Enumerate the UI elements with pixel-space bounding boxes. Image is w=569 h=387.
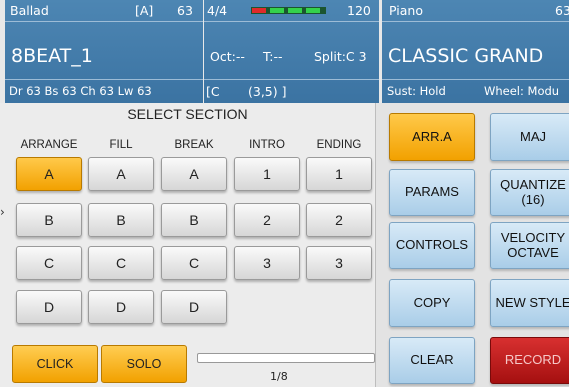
voice-name: CLASSIC GRAND <box>388 45 544 67</box>
major-button[interactable]: MAJ <box>490 113 569 161</box>
fill-b-button[interactable]: B <box>88 203 154 237</box>
fill-c-button[interactable]: C <box>88 246 154 280</box>
intro-2-button[interactable]: 2 <box>234 203 300 237</box>
beat-led <box>288 8 302 13</box>
divider <box>5 79 203 80</box>
velocity-octave-button[interactable]: VELOCITY OCTAVE <box>490 222 569 269</box>
divider <box>5 21 203 22</box>
column-header-ending: ENDING <box>316 139 362 151</box>
arrange-b-button[interactable]: B <box>16 203 82 237</box>
break-c-button[interactable]: C <box>161 246 227 280</box>
beat-meter <box>251 7 326 14</box>
break-a-button[interactable]: A <box>161 157 227 191</box>
params-button[interactable]: PARAMS <box>389 169 475 216</box>
ending-3-button[interactable]: 3 <box>306 246 372 280</box>
divider <box>382 79 569 80</box>
record-button[interactable]: RECORD <box>490 337 569 384</box>
chord-info: (3,5) ] <box>248 84 287 99</box>
tempo-panel[interactable]: 4/4 120 Oct:-- T:-- Split:C 3 [C (3,5) ] <box>204 0 379 103</box>
intro-3-button[interactable]: 3 <box>234 246 300 280</box>
divider <box>204 79 379 80</box>
arrange-d-button[interactable]: D <box>16 290 82 324</box>
beat-led-accent <box>252 8 266 13</box>
column-header-arrange: ARRANGE <box>20 139 78 151</box>
voice-panel[interactable]: Piano 63 CLASSIC GRAND Sust: Hold Wheel:… <box>382 0 569 103</box>
style-category: Ballad <box>10 3 49 18</box>
clear-button[interactable]: CLEAR <box>389 337 475 384</box>
copy-button[interactable]: COPY <box>389 279 475 327</box>
beat-led <box>270 8 284 13</box>
style-variation: [A] <box>135 3 154 18</box>
style-tempo-value: 63 <box>177 3 193 18</box>
style-name: 8BEAT_1 <box>11 45 93 67</box>
column-header-break: BREAK <box>174 139 214 151</box>
octave-status: Oct:-- <box>210 49 245 64</box>
new-style-button[interactable]: NEW STYLE <box>490 279 569 327</box>
arrange-a-button[interactable]: A <box>16 157 82 191</box>
progress-bar <box>197 353 375 363</box>
solo-button[interactable]: SOLO <box>101 345 187 383</box>
split-status: Split:C 3 <box>314 49 367 64</box>
quantize-button[interactable]: QUANTIZE (16) <box>490 169 569 216</box>
arrange-c-button[interactable]: C <box>16 246 82 280</box>
tempo-value: 120 <box>347 3 371 18</box>
header-bar: Ballad [A] 63 8BEAT_1 Dr 63 Bs 63 Ch 63 … <box>0 0 569 103</box>
progress-label: 1/8 <box>270 370 288 383</box>
wheel-status: Wheel: Modu <box>484 84 560 98</box>
voice-category: Piano <box>389 3 423 18</box>
ending-1-button[interactable]: 1 <box>306 157 372 191</box>
divider <box>204 21 379 22</box>
transpose-status: T:-- <box>263 49 283 64</box>
style-volumes: Dr 63 Bs 63 Ch 63 Lw 63 <box>9 84 152 98</box>
fill-d-button[interactable]: D <box>88 290 154 324</box>
beat-led <box>306 8 320 13</box>
column-header-intro: INTRO <box>249 139 285 151</box>
voice-number: 63 <box>555 3 569 18</box>
break-d-button[interactable]: D <box>161 290 227 324</box>
page-indicator-icon: › <box>0 205 5 219</box>
break-b-button[interactable]: B <box>161 203 227 237</box>
column-header-fill: FILL <box>109 139 133 151</box>
chord-name: [C <box>206 84 220 99</box>
style-panel[interactable]: Ballad [A] 63 8BEAT_1 Dr 63 Bs 63 Ch 63 … <box>5 0 203 103</box>
controls-button[interactable]: CONTROLS <box>389 222 475 269</box>
sustain-status: Sust: Hold <box>387 84 446 98</box>
arrangement-button[interactable]: ARR.A <box>389 113 475 161</box>
fill-a-button[interactable]: A <box>88 157 154 191</box>
intro-1-button[interactable]: 1 <box>234 157 300 191</box>
divider <box>382 21 569 22</box>
click-button[interactable]: CLICK <box>12 345 98 383</box>
time-signature: 4/4 <box>207 3 228 18</box>
ending-2-button[interactable]: 2 <box>306 203 372 237</box>
section-title: SELECT SECTION <box>127 106 248 122</box>
